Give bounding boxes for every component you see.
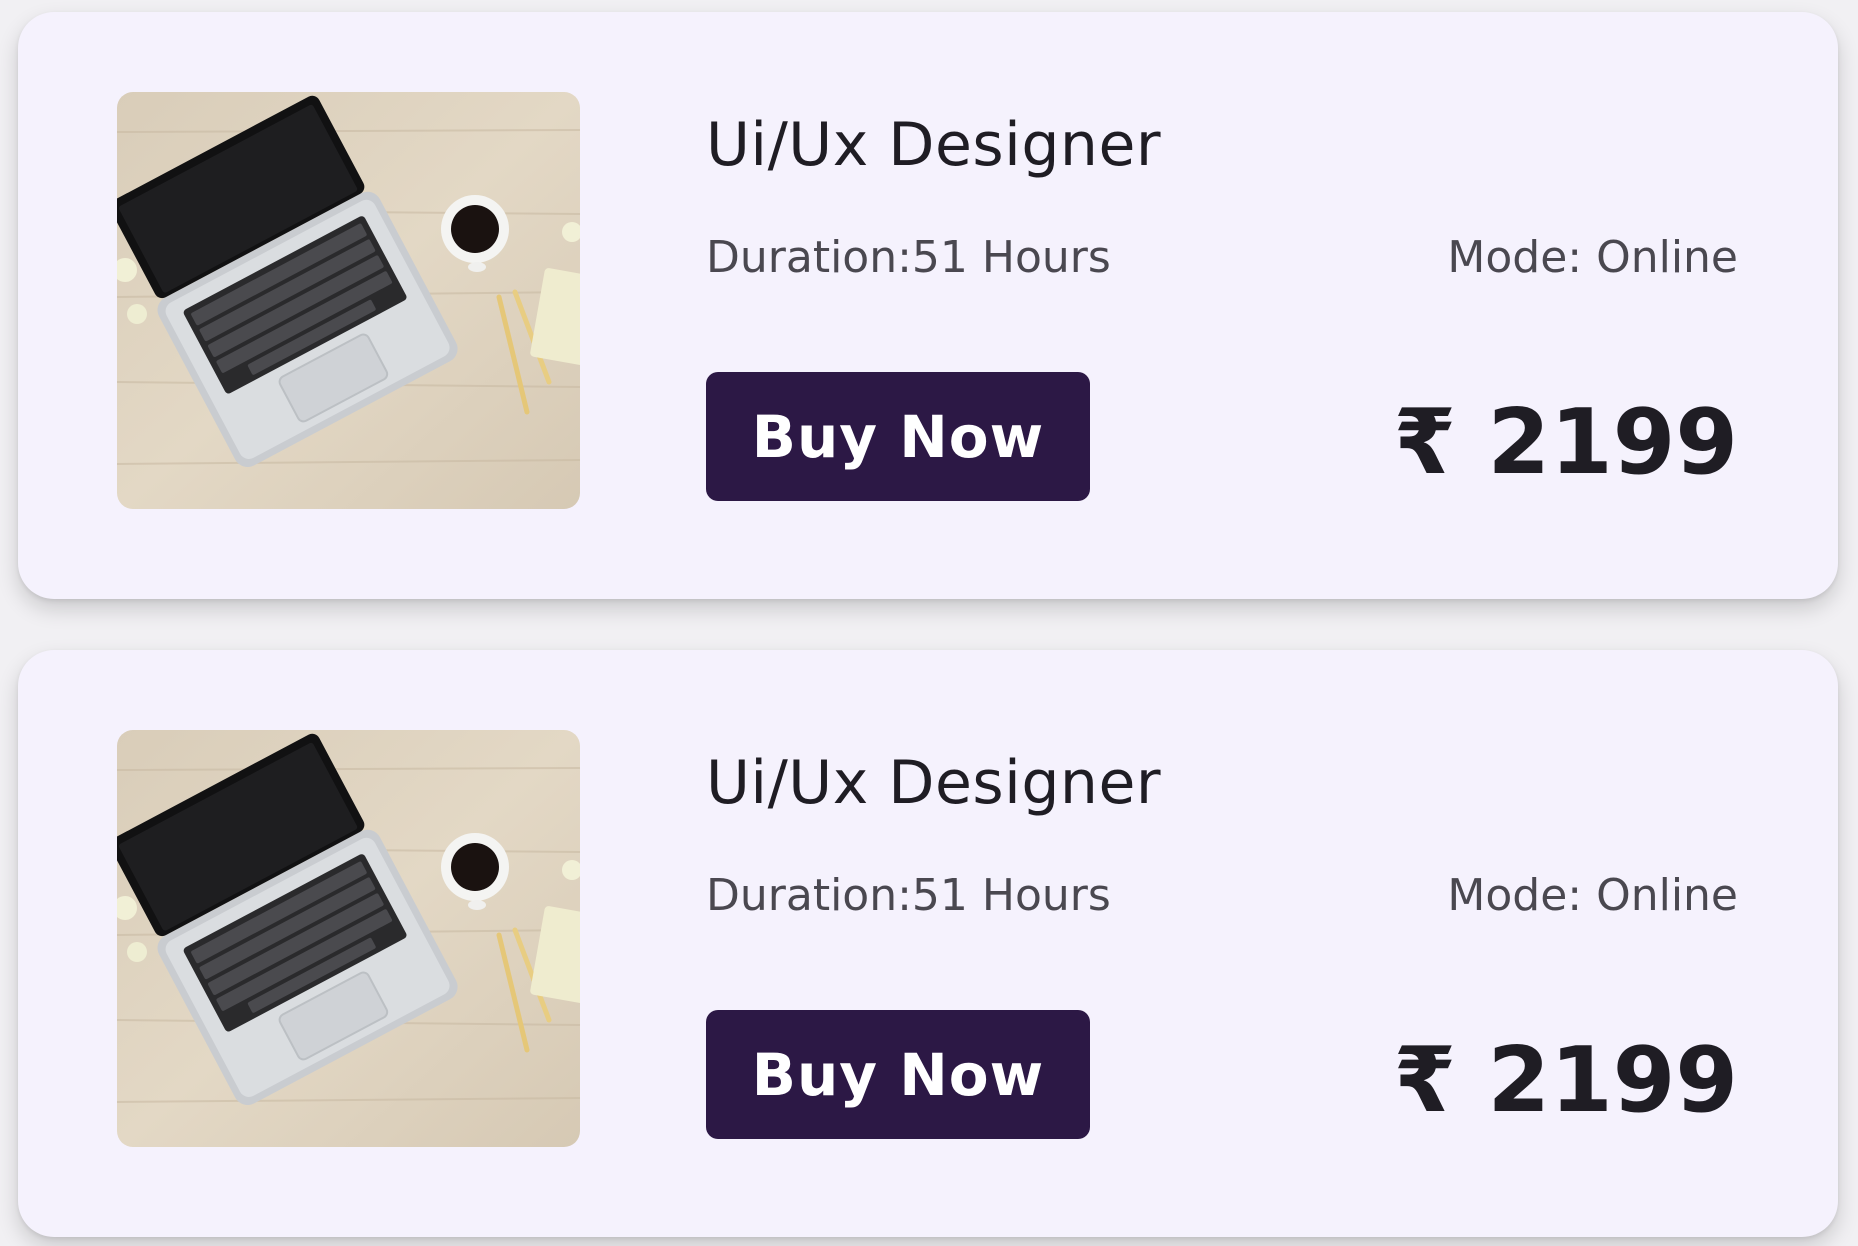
laptop-desk-photo-icon — [117, 92, 580, 509]
course-card[interactable]: Ui/Ux Designer Duration:51 Hours Mode: O… — [18, 12, 1838, 599]
course-title: Ui/Ux Designer — [706, 748, 1162, 818]
course-card[interactable]: Ui/Ux Designer Duration:51 Hours Mode: O… — [18, 650, 1838, 1237]
course-thumbnail — [117, 92, 580, 509]
laptop-desk-photo-icon — [117, 730, 580, 1147]
course-duration: Duration:51 Hours — [706, 870, 1111, 921]
course-title: Ui/Ux Designer — [706, 110, 1162, 180]
buy-now-button[interactable]: Buy Now — [706, 1010, 1090, 1139]
course-price: ₹ 2199 — [1393, 390, 1738, 495]
course-duration: Duration:51 Hours — [706, 232, 1111, 283]
course-price: ₹ 2199 — [1393, 1028, 1738, 1133]
course-thumbnail — [117, 730, 580, 1147]
course-mode: Mode: Online — [1447, 232, 1738, 283]
buy-now-button[interactable]: Buy Now — [706, 372, 1090, 501]
course-list: Ui/Ux Designer Duration:51 Hours Mode: O… — [0, 0, 1858, 1246]
course-mode: Mode: Online — [1447, 870, 1738, 921]
